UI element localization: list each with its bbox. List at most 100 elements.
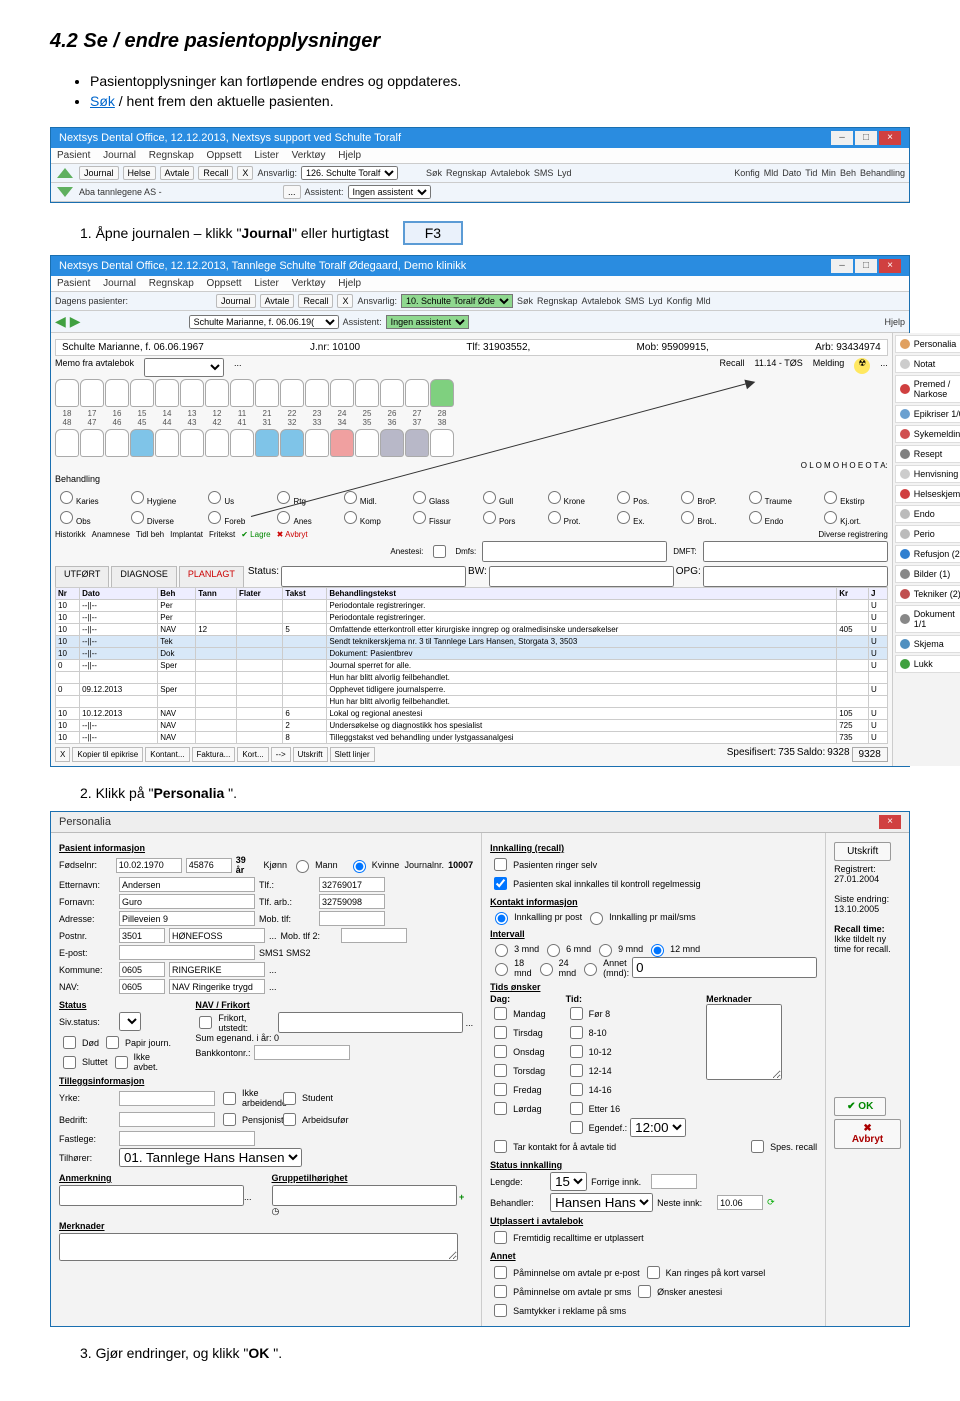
icon-lyd[interactable]: Lyd xyxy=(648,296,662,306)
sidebar-item[interactable]: Epikriser 1/0 xyxy=(895,405,960,423)
search-link[interactable]: Søk xyxy=(90,93,115,109)
in-epost[interactable] xyxy=(119,945,255,960)
menu-verktoy[interactable]: Verktøy xyxy=(292,278,326,289)
radio-mann[interactable] xyxy=(296,860,309,873)
tab-fritekst[interactable]: Fritekst xyxy=(209,530,235,539)
btn-kontant[interactable]: Kontant... xyxy=(145,747,189,762)
cb-sluttet[interactable] xyxy=(63,1056,76,1069)
sel-behandler[interactable]: Hansen Hans xyxy=(550,1193,653,1212)
memo-dots[interactable]: ... xyxy=(234,358,242,377)
cb-ringer[interactable] xyxy=(494,858,507,871)
icon-sok[interactable]: Søk xyxy=(517,296,533,306)
btn-avtale[interactable]: Avtale xyxy=(260,294,295,308)
melding-dots[interactable]: ... xyxy=(880,358,888,377)
radio-grid[interactable]: Karies Hygiene Us Rtg Midl. Glass Gull K… xyxy=(55,488,888,526)
in-mobtlf2[interactable] xyxy=(341,928,407,943)
cb-spesrecall[interactable] xyxy=(751,1140,764,1153)
teeth-lower[interactable] xyxy=(55,429,888,457)
btn-fwd[interactable]: --> xyxy=(271,747,291,762)
in-fornavn[interactable] xyxy=(119,894,255,909)
cb-avbet[interactable] xyxy=(115,1056,128,1069)
menu-regnskap[interactable]: Regnskap xyxy=(149,278,194,289)
dmft-input[interactable] xyxy=(703,541,888,562)
arrow-up-icon[interactable] xyxy=(57,168,73,178)
in-bedrift[interactable] xyxy=(119,1112,215,1127)
menu-verktoy[interactable]: Verktøy xyxy=(292,150,326,161)
select-ansvarlig[interactable]: 10. Schulte Toralf Øde xyxy=(401,294,513,308)
sms-btns[interactable]: SMS1 SMS2 xyxy=(259,948,311,958)
sidebar-item[interactable]: Tekniker (2) xyxy=(895,585,960,603)
select-assistent[interactable]: Ingen assistent xyxy=(348,185,431,199)
icon-regnskap[interactable]: Regnskap xyxy=(446,168,487,178)
btn-faktura[interactable]: Faktura... xyxy=(192,747,236,762)
btn-group-icon[interactable]: ◷ xyxy=(272,1206,280,1216)
r-9m[interactable] xyxy=(599,944,612,957)
cb-time[interactable] xyxy=(570,1007,583,1020)
in-neste[interactable] xyxy=(717,1195,763,1210)
radio-mailsms[interactable] xyxy=(590,912,603,925)
btn-x[interactable]: X xyxy=(237,166,253,180)
ta-merk[interactable] xyxy=(706,1004,782,1080)
menu-pasient[interactable]: Pasient xyxy=(57,150,90,161)
table-row[interactable]: Hun har blitt alvorlig feilbehandlet. xyxy=(56,672,888,684)
minimize-icon[interactable]: – xyxy=(831,259,853,273)
prev-icon[interactable]: ◀ xyxy=(55,313,66,330)
close-icon[interactable]: × xyxy=(879,815,901,829)
arrow-down-icon[interactable] xyxy=(57,187,73,197)
btn-x[interactable]: X xyxy=(337,294,353,308)
icon-sok[interactable]: Søk xyxy=(426,168,442,178)
nav-dots[interactable]: ... xyxy=(269,982,277,992)
sidebar-item[interactable]: Perio xyxy=(895,525,960,543)
in-fodsel2[interactable] xyxy=(186,858,232,873)
maximize-icon[interactable]: □ xyxy=(855,131,877,145)
sidebar-item[interactable]: Bilder (1) xyxy=(895,565,960,583)
btn-recall[interactable]: Recall xyxy=(298,294,333,308)
cb-day[interactable] xyxy=(494,1026,507,1039)
radio-kvinne[interactable] xyxy=(353,860,366,873)
tab-planlagt[interactable]: PLANLAGT xyxy=(179,566,244,587)
cb-day[interactable] xyxy=(494,1045,507,1058)
sidebar-item[interactable]: Endo xyxy=(895,505,960,523)
bw-in[interactable] xyxy=(489,566,674,587)
sidebar-item[interactable]: Notat xyxy=(895,355,960,373)
table-row[interactable]: 10--||--PerPeriodontale registreringer.U xyxy=(56,600,888,612)
sel-sivstatus[interactable] xyxy=(119,1012,141,1031)
table-row[interactable]: 10--||--PerPeriodontale registreringer.U xyxy=(56,612,888,624)
table-row[interactable]: 10--||--NAV8Tilleggstakst ved behandling… xyxy=(56,732,888,744)
cb-onsker[interactable] xyxy=(638,1285,651,1298)
menu-oppsett[interactable]: Oppsett xyxy=(207,150,242,161)
refresh-icon[interactable]: ⟳ xyxy=(767,1197,775,1208)
ta-merknader[interactable] xyxy=(59,1233,458,1261)
icon-sms[interactable]: SMS xyxy=(534,168,554,178)
close-icon[interactable]: × xyxy=(879,259,901,273)
in-anmerk[interactable] xyxy=(59,1185,244,1206)
sidebar-item[interactable]: Resept xyxy=(895,445,960,463)
r-18m[interactable] xyxy=(495,963,508,976)
btn-x[interactable]: X xyxy=(55,747,70,762)
close-icon[interactable]: × xyxy=(879,131,901,145)
table-row[interactable]: 009.12.2013SperOpphevet tidligere journa… xyxy=(56,684,888,696)
btn-dots[interactable]: ... xyxy=(283,185,301,199)
kommune-dots[interactable]: ... xyxy=(269,965,277,975)
win1-controls[interactable]: –□× xyxy=(829,131,901,145)
icon-avtalebok[interactable]: Avtalebok xyxy=(582,296,621,306)
sidebar-item[interactable]: Refusjon (2) xyxy=(895,545,960,563)
cb-kanringes[interactable] xyxy=(647,1266,660,1279)
btn-kort[interactable]: Kort... xyxy=(237,747,268,762)
r-6m[interactable] xyxy=(547,944,560,957)
cb-time[interactable] xyxy=(570,1064,583,1077)
sidebar-item[interactable]: Dokument 1/1 xyxy=(895,605,960,633)
in-yrke[interactable] xyxy=(119,1091,215,1106)
r-annet[interactable] xyxy=(584,963,597,976)
menu-lister[interactable]: Lister xyxy=(254,150,278,161)
patient-select[interactable]: Schulte Marianne, f. 06.06.19( xyxy=(189,315,339,329)
in-mobtlf[interactable] xyxy=(319,911,385,926)
table-row[interactable]: 10--||--NAV2Undersøkelse og diagnostikk … xyxy=(56,720,888,732)
btn-utskrift[interactable]: Utskrift xyxy=(834,842,891,861)
in-kommune[interactable] xyxy=(119,962,165,977)
in-gruppe[interactable] xyxy=(272,1185,457,1206)
postnr-dots[interactable]: ... xyxy=(269,931,277,941)
radio-post[interactable] xyxy=(495,912,508,925)
in-tlf[interactable] xyxy=(319,877,385,892)
btn-helse[interactable]: Helse xyxy=(123,166,156,180)
